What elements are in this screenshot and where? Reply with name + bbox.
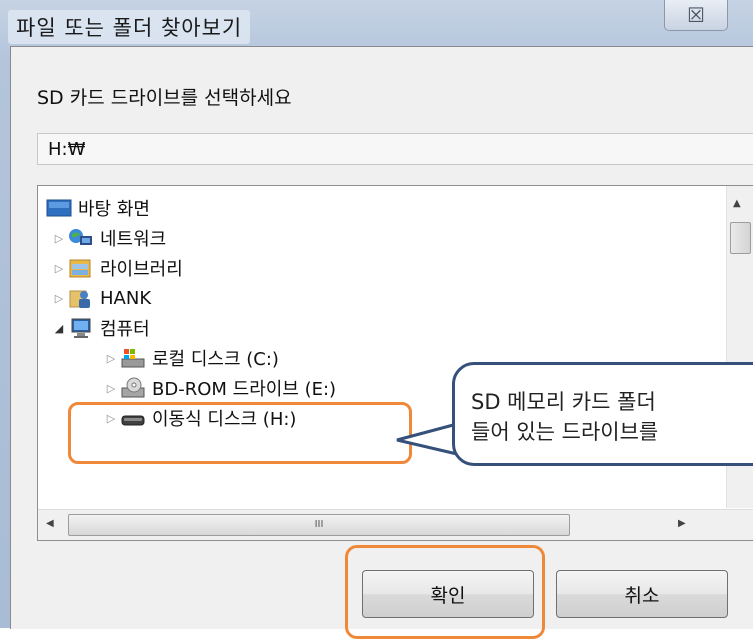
highlight-removable-disk <box>68 402 412 464</box>
tree-item-library[interactable]: ▷ 라이브러리 <box>50 253 183 283</box>
scroll-left-icon[interactable]: ◀ <box>46 518 54 529</box>
tree-item-local-disk[interactable]: ▷ 로컬 디스크 (C:) <box>102 343 279 373</box>
computer-icon <box>68 317 94 339</box>
cancel-button[interactable]: 취소 <box>556 570 728 618</box>
dialog-client: SD 카드 드라이브를 선택하세요 H:₩ 바탕 화면 ▷ 네트워크 ▷ 라이브… <box>10 46 753 629</box>
dialog-window: 파일 또는 폴더 찾아보기 ☒ SD 카드 드라이브를 선택하세요 H:₩ 바탕… <box>0 0 753 629</box>
collapse-icon[interactable]: ◢ <box>50 322 68 335</box>
close-button[interactable]: ☒ <box>664 0 728 31</box>
tree-item-label: BD-ROM 드라이브 (E:) <box>152 379 337 400</box>
network-icon <box>68 227 94 249</box>
horizontal-scroll-thumb[interactable]: III <box>68 514 570 536</box>
desktop-icon <box>46 197 72 219</box>
close-icon: ☒ <box>687 3 705 27</box>
highlight-ok-button <box>345 545 545 639</box>
expand-icon[interactable]: ▷ <box>102 382 120 395</box>
horizontal-scrollbar[interactable]: ◀ III ▶ <box>38 509 753 540</box>
library-icon <box>68 257 94 279</box>
callout-line-1: SD 메모리 카드 폴더 <box>471 390 656 414</box>
scroll-up-icon[interactable]: ▲ <box>733 198 741 209</box>
title-bar[interactable]: 파일 또는 폴더 찾아보기 ☒ <box>0 0 753 46</box>
tree-item-label: 라이브러리 <box>100 259 183 280</box>
selected-path-field: H:₩ <box>37 133 753 165</box>
scroll-right-icon[interactable]: ▶ <box>678 518 686 529</box>
optical-drive-icon <box>120 377 146 399</box>
tree-item-optical-drive[interactable]: ▷ BD-ROM 드라이브 (E:) <box>102 373 336 403</box>
local-disk-icon <box>120 347 146 369</box>
expand-icon[interactable]: ▷ <box>50 232 68 245</box>
tree-item-label: HANK <box>100 287 152 309</box>
tree-item-label: 컴퓨터 <box>100 319 150 340</box>
callout-pointer <box>396 422 458 456</box>
user-folder-icon <box>68 287 94 309</box>
callout-line-2: 들어 있는 드라이브를 <box>471 420 659 444</box>
tree-item-computer[interactable]: ◢ 컴퓨터 <box>50 313 150 343</box>
expand-icon[interactable]: ▷ <box>50 292 68 305</box>
callout-box: SD 메모리 카드 폴더 들어 있는 드라이브를 <box>452 362 753 466</box>
window-title: 파일 또는 폴더 찾아보기 <box>8 10 251 44</box>
tree-item-network[interactable]: ▷ 네트워크 <box>50 223 166 253</box>
expand-icon[interactable]: ▷ <box>50 262 68 275</box>
expand-icon[interactable]: ▷ <box>102 352 120 365</box>
tree-item-label: 네트워크 <box>100 229 167 250</box>
tree-item-desktop[interactable]: 바탕 화면 <box>46 193 150 223</box>
vertical-scroll-thumb[interactable] <box>730 222 751 254</box>
instruction-text: SD 카드 드라이브를 선택하세요 <box>37 87 292 109</box>
tree-item-label: 바탕 화면 <box>78 199 150 220</box>
tree-item-label: 로컬 디스크 (C:) <box>152 349 279 370</box>
tree-item-user[interactable]: ▷ HANK <box>50 283 151 313</box>
